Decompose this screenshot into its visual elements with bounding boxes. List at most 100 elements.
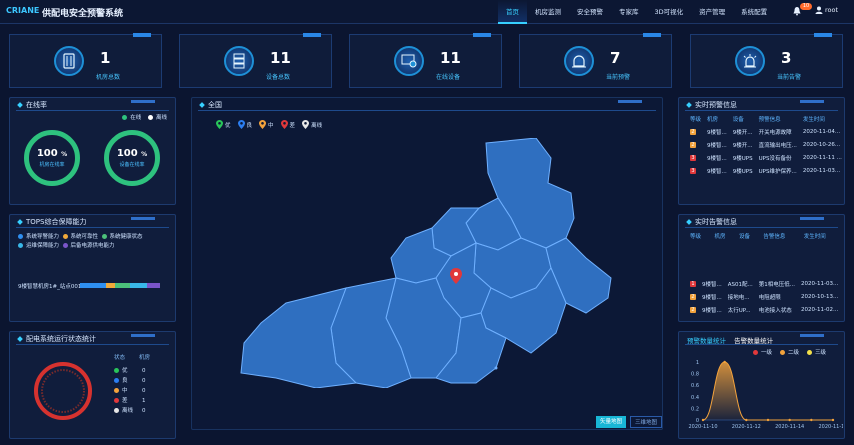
legend-label: 后备电源供电能力 [70, 243, 115, 249]
status-row: 中0 [114, 386, 174, 396]
status-dot [114, 378, 119, 383]
status-label: 离线 [122, 408, 134, 414]
tops-panel: TOPS综合保障能力 系统导警能力 系统可靠性 系统健康状态 运维保障能力 后备… [9, 214, 176, 322]
nav-expert-library[interactable]: 专家库 [611, 0, 647, 24]
series-point [831, 418, 835, 422]
series-point [810, 418, 813, 422]
status-count: 0 [142, 378, 146, 384]
level-badge: 3 [690, 167, 696, 174]
table-row[interactable]: 3 9楼智... 9楼UPS UPS维护保养... 2020-11-03... [687, 164, 845, 177]
table-header: 等级 机房 设备 预警信息 发生时间 [690, 116, 825, 123]
title-underline [198, 110, 656, 111]
vector-map-button[interactable]: 矢量地图 [596, 416, 627, 428]
legend-label: 差 [289, 122, 296, 129]
nav-safety-warning[interactable]: 安全预警 [569, 0, 611, 24]
device-stack-icon [224, 46, 254, 76]
stat-card-current-warnings[interactable]: 7 当前预警 [519, 33, 672, 88]
status-col-header: 状态 机房 [114, 355, 151, 361]
stat-label: 设备总数 [266, 74, 291, 81]
series-point [766, 418, 770, 422]
room-cell: 9楼智... [702, 281, 722, 288]
user-name: root [825, 6, 839, 14]
info-cell: 电池接入状态 [758, 307, 792, 314]
legend-label: 离线 [155, 115, 167, 121]
stat-card-devices[interactable]: 11 设备总数 [179, 33, 332, 88]
nav-system-config[interactable]: 系统配置 [733, 0, 775, 24]
time-cell: 2020-11-04... [802, 128, 841, 135]
y-tick-label: 0.4 [691, 395, 699, 401]
stat-value: 1 [100, 49, 111, 67]
status-row: 离线 0 [114, 406, 174, 416]
device-cell: 9楼开... [732, 142, 753, 149]
time-cell: 2020-10-13... [801, 293, 839, 300]
title-underline [685, 344, 838, 345]
stat-card-online-devices[interactable]: 11 在线设备 [349, 33, 502, 88]
table-header: 等级 机房 设备 告警信息 发生时间 [690, 233, 826, 240]
ring-value: 100 % [116, 148, 148, 159]
map-pin-icon [237, 120, 245, 129]
warnings-table: 等级 机房 设备 预警信息 发生时间 2 9楼智... 9楼开... 开关电源故障 2020-1… [687, 112, 845, 177]
chart-legend-item: 一级 [753, 348, 772, 356]
table-row[interactable]: 2 9楼智... 太行UP... 电池接入状态 2020-11-02... [687, 303, 841, 316]
stat-label: 当前告警 [777, 74, 802, 81]
series-area [703, 362, 833, 420]
panel-title: 全国 [200, 100, 222, 110]
online-device-icon [394, 46, 424, 76]
stat-card-current-alarms[interactable]: 3 当前告警 [690, 33, 843, 88]
nav-3d-view[interactable]: 3D可视化 [647, 0, 692, 24]
ring-label: 设备在线率 [119, 162, 145, 168]
legend-dot-offline [147, 115, 153, 120]
3d-map-button[interactable]: 三维地图 [630, 416, 662, 428]
status-dot [114, 398, 119, 403]
table-row[interactable]: 1 9楼智... AS01配... 第1相电压低... 2020-11-03... [687, 277, 841, 290]
status-dot [114, 408, 119, 413]
table-row[interactable]: 2 9楼智... 9楼开... 开关电源故障 2020-11-04... [687, 125, 845, 138]
status-dot [114, 388, 119, 393]
status-dot [114, 368, 119, 373]
title-decoration [800, 334, 824, 337]
y-tick-label: 0.2 [691, 406, 699, 412]
panel-title: 配电系统运行状态统计 [18, 334, 96, 344]
room-cell: 9楼智... [702, 294, 722, 301]
info-cell: UPS维护保养... [758, 168, 797, 175]
title-decoration [131, 217, 155, 220]
status-count: 0 [142, 388, 146, 394]
x-tick-label: 2020-11-14 [775, 424, 804, 430]
nav-asset-management[interactable]: 资产管理 [691, 0, 733, 24]
time-cell: 2020-11-03... [802, 167, 841, 174]
title-underline [16, 344, 169, 345]
table-row[interactable]: 3 9楼智... 9楼UPS UPS没有备份 2020-11-11 ... [687, 151, 845, 164]
chart-legend-item: 二级 [780, 348, 799, 356]
x-tick-label: 2020-11-10 [688, 424, 717, 430]
info-cell: 直流输出电压... [758, 142, 797, 149]
tops-bar-segment [105, 283, 116, 288]
tops-bar-segment [129, 283, 148, 288]
online-rate-panel: 在线率 在线 离线 100 % 机房在线率 100 % 设备在线率 [9, 97, 176, 205]
status-label: 差 [122, 398, 128, 404]
map-legend-item: 中 [259, 120, 274, 129]
alarms-table: 等级 机房 设备 告警信息 发生时间 [687, 229, 841, 242]
series-point [701, 418, 705, 422]
status-row: 差1 [114, 396, 174, 406]
nav-home[interactable]: 首页 [498, 0, 527, 24]
room-cell: 9楼智... [707, 155, 727, 162]
level-badge: 2 [690, 141, 696, 148]
table-row[interactable]: 2 9楼智... 9楼开... 直流输出电压... 2020-10-26... [687, 138, 845, 151]
map-pin-icon [216, 120, 223, 129]
tops-bar-segment [115, 283, 130, 288]
time-cell: 2020-11-02... [801, 306, 839, 313]
panel-title: 实时预警信息 [687, 100, 737, 110]
stat-label: 当前预警 [606, 74, 631, 81]
province-map[interactable] [236, 138, 616, 388]
user-menu[interactable]: root [815, 6, 838, 14]
level-badge: 2 [690, 293, 696, 300]
stat-card-rooms[interactable]: 1 机房总数 [9, 33, 162, 88]
title-underline [685, 227, 838, 228]
room-online-ring: 100 % 机房在线率 [24, 130, 80, 186]
series-point [723, 360, 726, 364]
time-cell: 2020-11-11 ... [802, 154, 842, 161]
table-row[interactable]: 2 9楼智... 接地电... 电阻超限 2020-10-13... [687, 290, 841, 303]
stat-value: 11 [440, 49, 461, 67]
nav-room-monitor[interactable]: 机房监测 [527, 0, 569, 24]
device-cell: 接地电... [727, 294, 750, 301]
